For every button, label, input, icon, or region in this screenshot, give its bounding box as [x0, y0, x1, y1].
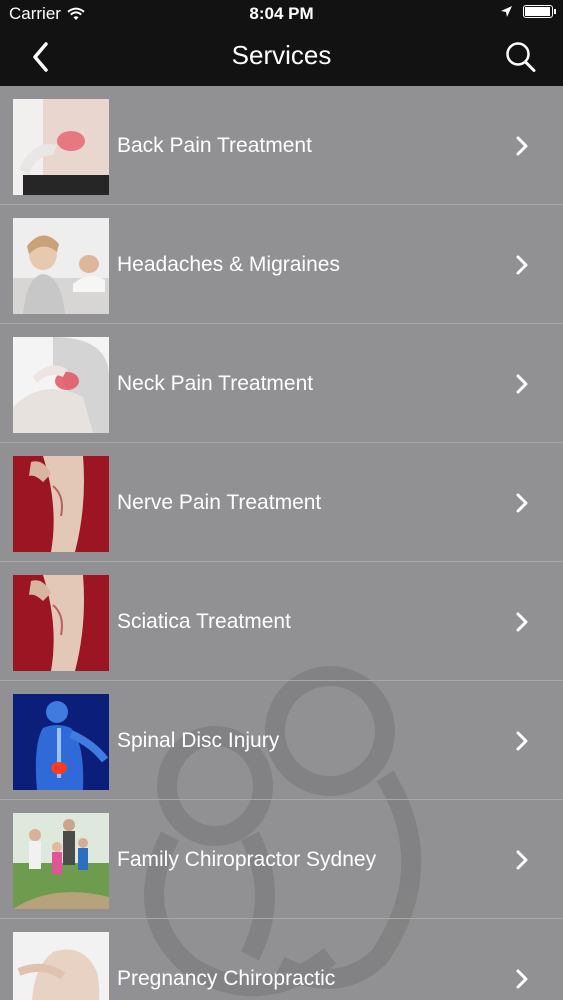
- search-icon[interactable]: [503, 38, 539, 76]
- chevron-right-icon: [516, 255, 528, 275]
- service-row-headaches[interactable]: Headaches & Migraines: [0, 205, 563, 324]
- service-label: Back Pain Treatment: [117, 134, 312, 157]
- service-row-back-pain[interactable]: Back Pain Treatment: [0, 86, 563, 205]
- pregnancy-thumbnail: [13, 932, 109, 1000]
- chevron-right-icon: [516, 969, 528, 989]
- service-row-pregnancy[interactable]: Pregnancy Chiropractic: [0, 919, 563, 1000]
- service-label: Family Chiropractor Sydney: [117, 848, 377, 871]
- back-pain-thumbnail: [13, 99, 109, 195]
- chevron-right-icon: [516, 493, 528, 513]
- status-time: 8:04 PM: [249, 4, 314, 23]
- service-row-spinal-disc[interactable]: Spinal Disc Injury: [0, 681, 563, 800]
- nerve-pain-thumbnail: [13, 456, 109, 552]
- chevron-right-icon: [516, 612, 528, 632]
- page-title: Services: [231, 40, 332, 70]
- family-thumbnail: [13, 813, 109, 909]
- service-label: Pregnancy Chiropractic: [117, 967, 336, 990]
- service-label: Sciatica Treatment: [117, 610, 291, 633]
- sciatica-thumbnail: [13, 575, 109, 671]
- headache-thumbnail: [13, 218, 109, 314]
- service-row-neck-pain[interactable]: Neck Pain Treatment: [0, 324, 563, 443]
- chevron-right-icon: [516, 731, 528, 751]
- service-label: Spinal Disc Injury: [117, 729, 280, 752]
- service-row-family[interactable]: Family Chiropractor Sydney: [0, 800, 563, 919]
- service-label: Nerve Pain Treatment: [117, 491, 322, 514]
- battery-fill: [525, 7, 550, 16]
- chevron-right-icon: [516, 136, 528, 156]
- nav-bar: Services: [0, 28, 563, 86]
- service-row-sciatica[interactable]: Sciatica Treatment: [0, 562, 563, 681]
- battery-icon: [523, 5, 556, 18]
- service-label: Headaches & Migraines: [117, 253, 340, 276]
- spinal-disc-thumbnail: [13, 694, 109, 790]
- status-right-group: [500, 5, 556, 18]
- services-list[interactable]: Back Pain Treatment Headaches & Migraine…: [0, 86, 563, 1000]
- location-arrow-icon: [501, 6, 512, 17]
- neck-pain-thumbnail: [13, 337, 109, 433]
- service-row-nerve-pain[interactable]: Nerve Pain Treatment: [0, 443, 563, 562]
- status-bar: Carrier 8:04 PM: [0, 0, 563, 28]
- chevron-right-icon: [516, 374, 528, 394]
- chevron-right-icon: [516, 850, 528, 870]
- service-label: Neck Pain Treatment: [117, 372, 314, 395]
